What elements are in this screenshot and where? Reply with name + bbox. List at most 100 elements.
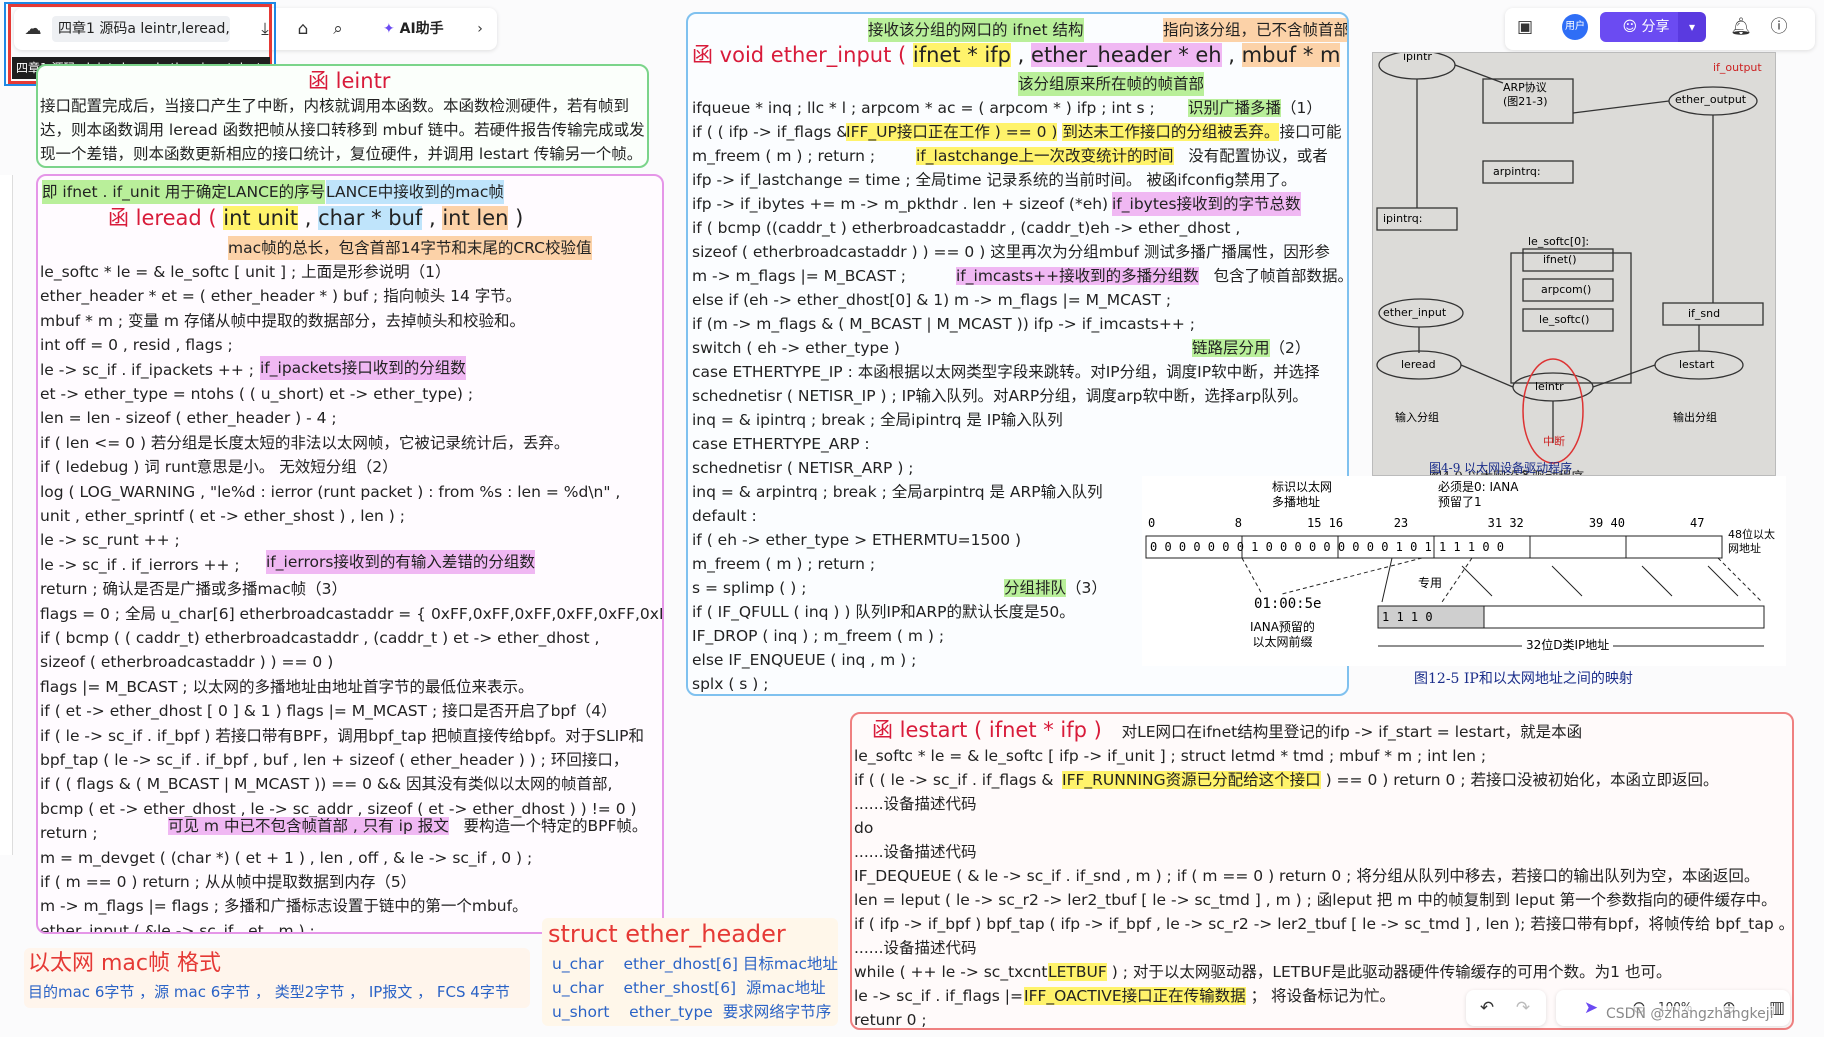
ai-icon: ✦ (383, 21, 395, 37)
mac-frame-note[interactable]: 以太网 mac帧 格式 目的mac 6字节 ，源 mac 6字节 ， 类型2字节… (24, 948, 530, 1008)
fig-label: leintr (1535, 380, 1564, 393)
mapping-side-label: 48位以太 网地址 (1728, 528, 1775, 555)
ether-input-hl-bcast: 识别广播多播（1） (1188, 99, 1322, 117)
lestart-note[interactable]: 函 lestart ( ifnet * ifp ) 对LE网口在ifnet结构里… (850, 712, 1794, 1030)
code-line: ifp -> if_ibytes += m -> m_pkthdr . len … (692, 195, 1119, 213)
pointer-icon[interactable]: ➤ (1578, 995, 1604, 1021)
code-line: le -> sc_runt ++ ; (40, 531, 180, 550)
code-line: if ( ( ifp -> if_flags & (692, 123, 849, 141)
code-line: if ( le -> sc_if . if_bpf ) 若接口带有BPF，调用b… (40, 726, 645, 745)
leintr-note[interactable]: 函 leintr 接口配置完成后，当接口产生了中断，内核就调用本函数。本函数检测… (36, 64, 649, 168)
code-line: while ( ++ le -> sc_txcnt < (854, 963, 1066, 981)
fig-label: ipintrq: (1383, 212, 1423, 225)
code-line: int off = 0 , resid , flags ; (40, 336, 233, 355)
fig-label: if_snd (1688, 307, 1721, 320)
mapping-figure: 标识以太网 多播地址 必须是0: IANA 预留了1 0 8 15 16 23 … (1142, 476, 1786, 666)
code-line: default : (692, 507, 757, 525)
ether-input-hl-queue: 分组排队（3） (1004, 579, 1107, 597)
code-line: retunr 0 ; (854, 1011, 927, 1029)
code-line: else if (eh -> ether_dhost[0] & 1) m -> … (692, 291, 1172, 309)
mapping-bits: 0 0 0 0 0 0 0 1 0 0 0 0 0 0 0 0 0 1 0 1 … (1150, 540, 1505, 554)
code-line: if ( len <= 0 ) 若分组是长度太短的非法以太网帧，它被记录统计后，… (40, 433, 570, 452)
code-line: log ( LOG_WARNING , "le%d : ierror (runt… (40, 482, 621, 501)
ether-header-struct-note[interactable]: struct ether_header u_char ether_dhost[6… (542, 918, 838, 1026)
fig-label: ether_input (1383, 306, 1447, 319)
mapping-iana-prefix: IANA预留的 以太网前缀 (1250, 620, 1315, 649)
leread-note[interactable]: 即 ifnet . if_unit 用于确定LANCE的序号 LANCE中接收到… (36, 174, 664, 934)
code-line: len = len - sizeof ( ether_header ) - 4 … (40, 409, 337, 428)
mapping-label-iana: 必须是0: IANA 预留了1 (1438, 480, 1519, 509)
chevron-down-icon[interactable]: ▾ (1678, 12, 1706, 42)
ether-input-hl-ibytes: if_ibytes接收到的字节总数 (1112, 192, 1301, 216)
code-line: inq = & ipintrq ; break ; 全局ipintrq 是 IP… (692, 411, 1063, 429)
code-line: le_softc * le = & le_softc [ ifp -> if_u… (854, 747, 1487, 765)
fig-label: ipintr (1403, 52, 1432, 63)
code-line: splx ( s ) ; (692, 675, 769, 693)
bell-icon[interactable]: 🔔︎ (1728, 14, 1754, 40)
code-line: case ETHERTYPE_IP : 本函根据以太网类型字段来跳转。对IP分组… (692, 363, 1320, 381)
code-line: ifp -> if_lastchange = time ; 全局time 记录系… (692, 171, 1297, 189)
code-line: unit , ether_sprintf ( et -> ether_shost… (40, 507, 405, 525)
code-line: len = leput ( le -> sc_r2 -> ler2_tbuf [… (854, 891, 1777, 909)
code-line: return ; 确认是否是广播或多播mac帧（3） (40, 580, 347, 599)
avatar[interactable]: 用户 (1562, 14, 1588, 40)
leread-signature: 函 leread ( int unit , char * buf , int l… (108, 206, 524, 230)
code-line: m -> m_flags |= flags ; 多播和广播标志设置于链中的第一个… (40, 897, 528, 916)
leread-note-unit: 即 ifnet . if_unit 用于确定LANCE的序号 (42, 180, 326, 204)
watermark: CSDN @zhangzhangkeji (1606, 1006, 1774, 1022)
mapping-class-d-bits: 1 1 1 0 (1382, 610, 1433, 624)
tag-icon[interactable]: ⌂ (290, 16, 316, 42)
code-line: if (m -> m_flags & ( M_BCAST | M_MCAST )… (692, 315, 1196, 333)
lestart-signature-line: 函 lestart ( ifnet * ifp ) 对LE网口在ifnet结构里… (872, 718, 1583, 742)
code-line: IF_DROP ( inq ) ; m_freem ( m ) ; (692, 627, 945, 645)
code-line: switch ( eh -> ether_type ) (692, 339, 900, 357)
code-line: et -> ether_type = ntohs ( ( u_short) et… (40, 385, 474, 403)
driver-figure-caption: 图4-9 以太网设备驱动程序 (1429, 461, 1573, 475)
fig-label: arpintrq: (1493, 165, 1541, 178)
code-line: le -> sc_if . if_ierrors ++ ; (40, 555, 240, 574)
code-line: m_freem ( m ) ; return ; (692, 147, 876, 165)
chevron-right-icon[interactable]: › (470, 16, 490, 42)
code-line: if ( bcmp ((caddr_t ) etherbroadcastaddr… (692, 219, 1241, 237)
code-line: sizeof ( etherbroadcastaddr ) ) == 0 ) (40, 653, 334, 672)
code-line: if ( et -> ether_dhost [ 0 ] & 1 ) flags… (40, 702, 617, 721)
fig-label: le_softc[0]: (1528, 235, 1590, 248)
code-line: IF_DEQUEUE ( & le -> sc_if . if_snd , m … (854, 867, 1760, 885)
code-line: bpf_tap ( le -> sc_if . if_bpf , buf , l… (40, 751, 629, 769)
code-line: s = splimp ( ) ; (692, 579, 807, 597)
leread-hl-ipackets: if_ipackets接口收到的分组数 (260, 356, 466, 380)
left-tool-rail[interactable] (0, 175, 13, 855)
struct-title: struct ether_header (548, 920, 786, 948)
code-line: if ( bcmp ( ( caddr_t) etherbroadcastadd… (40, 629, 600, 647)
code-line: ether_input ( &le -> sc_if , et , m ) ; (40, 921, 315, 934)
ether-input-hl-last: if_lastchange上一次改变统计的时间 没有配置协议，或者 (916, 147, 1328, 165)
help-icon[interactable]: ⓘ (1766, 14, 1792, 40)
leintr-title: 函 leintr (308, 69, 391, 93)
code-line: if ( ( flags & ( M_BCAST | M_MCAST )) ==… (40, 775, 613, 794)
code-line: do (854, 819, 874, 837)
leread-note-buf: LANCE中接收到的mac帧 (326, 180, 504, 204)
redo-icon[interactable]: ↷ (1510, 995, 1536, 1021)
code-line: if ( ( le -> sc_if . if_flags & (854, 771, 1054, 789)
briefcase-icon[interactable]: ▣ (1512, 14, 1538, 40)
mapping-prefix: 01:00:5e (1254, 596, 1322, 612)
struct-row: u_char ether_shost[6] 源mac地址 (552, 979, 826, 997)
fig-label: ARP协议 (图21-3) (1503, 81, 1548, 108)
code-line: m_freem ( m ) ; return ; (692, 555, 876, 573)
user-icon: ☺ (1622, 19, 1638, 35)
ai-assistant-button[interactable]: ✦ AI助手 (383, 16, 457, 42)
leread-hl-ierrors: if_ierrors接收到的有输入差错的分组数 (266, 550, 535, 574)
mapping-class-d-label: 32位D类IP地址 (1522, 638, 1614, 653)
undo-icon[interactable]: ↶ (1474, 995, 1500, 1021)
code-line: if ( eh -> ether_type > ETHERMTU=1500 ) (692, 531, 1022, 549)
ether-input-note-eh: 指向该分组，已不含帧首部 (1163, 18, 1347, 42)
ether-input-note-ifnet: 接收该分组的网口的 ifnet 结构 (868, 18, 1084, 42)
code-line: mbuf * m ; 变量 m 存储从帧中提取的数据部分，去掉帧头和校验和。 (40, 311, 525, 330)
code-line: ......设备描述代码 (854, 843, 977, 861)
share-label: 分享 (1641, 19, 1670, 35)
fig-label: le_softc() (1539, 313, 1590, 326)
code-line: ......设备描述代码 (854, 795, 977, 813)
fig-label: arpcom() (1541, 283, 1592, 296)
mapping-special: 专用 (1418, 576, 1443, 590)
search-icon[interactable]: ⌕ (325, 16, 351, 42)
